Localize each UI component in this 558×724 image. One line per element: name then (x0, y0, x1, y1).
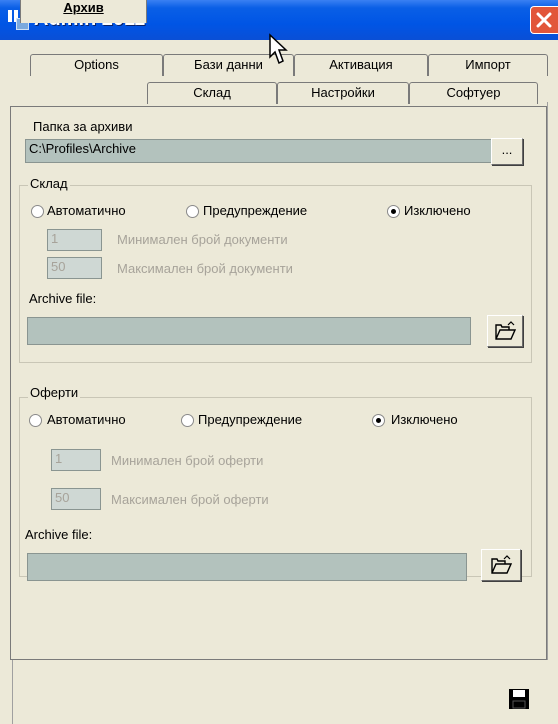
oferti-radio-warning[interactable] (181, 414, 194, 427)
sklad-radio-auto[interactable] (31, 205, 44, 218)
sklad-archive-file-label: Archive file: (29, 291, 97, 306)
archive-folder-label: Папка за архиви (33, 119, 133, 134)
oferti-max-input[interactable]: 50 (51, 488, 101, 510)
tab-options[interactable]: Options (30, 54, 163, 76)
archive-folder-input[interactable]: C:\Profiles\Archive (25, 139, 495, 163)
sklad-max-input[interactable]: 50 (47, 257, 102, 279)
bottom-bar (0, 660, 558, 724)
sklad-min-label: Минимален брой документи (117, 232, 288, 247)
sklad-radio-off-label: Изключено (404, 203, 471, 218)
oferti-radio-warning-label: Предупреждение (198, 412, 303, 427)
left-edge (0, 660, 13, 724)
sklad-min-input[interactable]: 1 (47, 229, 102, 251)
oferti-group-title: Оферти (28, 385, 81, 400)
browse-folder-button[interactable]: ... (491, 138, 523, 165)
oferti-min-label: Минимален брой оферти (111, 453, 264, 468)
sklad-group-title: Склад (28, 176, 70, 191)
close-icon (536, 12, 552, 28)
mouse-cursor-icon (269, 33, 288, 65)
tab-nastroyki[interactable]: Настройки (277, 82, 409, 104)
sklad-radio-off[interactable] (387, 205, 400, 218)
oferti-min-input[interactable]: 1 (51, 449, 101, 471)
open-folder-icon (495, 321, 517, 340)
open-folder-icon (491, 555, 513, 574)
close-button[interactable] (530, 6, 558, 34)
sklad-radio-warning[interactable] (186, 205, 199, 218)
oferti-radio-auto[interactable] (29, 414, 42, 427)
tab-import[interactable]: Импорт (428, 54, 548, 76)
oferti-radio-auto-label: Автоматично (47, 412, 126, 427)
tab-arhiv[interactable]: Архив (20, 0, 147, 23)
sklad-archive-file-input[interactable] (27, 317, 471, 345)
sklad-radio-warning-label: Предупреждение (203, 203, 308, 218)
sklad-max-label: Максимален брой документи (117, 261, 293, 276)
sklad-radio-auto-label: Автоматично (47, 203, 126, 218)
tab-sklad[interactable]: Склад (147, 82, 277, 104)
oferti-max-label: Максимален брой оферти (111, 492, 269, 507)
oferti-open-file-button[interactable] (481, 549, 521, 581)
tab-panel-arhiv: Папка за архиви C:\Profiles\Archive ... … (10, 106, 547, 660)
floppy-disk-icon (509, 689, 529, 709)
oferti-archive-file-input[interactable] (27, 553, 467, 581)
oferti-radio-off-label: Изключено (391, 412, 458, 427)
tab-softuer[interactable]: Софтуер (409, 82, 538, 104)
tab-aktivaciya[interactable]: Активация (294, 54, 428, 76)
panel-edge (547, 102, 558, 660)
oferti-archive-file-label: Archive file: (25, 527, 93, 542)
oferti-radio-off[interactable] (372, 414, 385, 427)
sklad-open-file-button[interactable] (487, 315, 523, 347)
save-button[interactable] (508, 688, 534, 714)
